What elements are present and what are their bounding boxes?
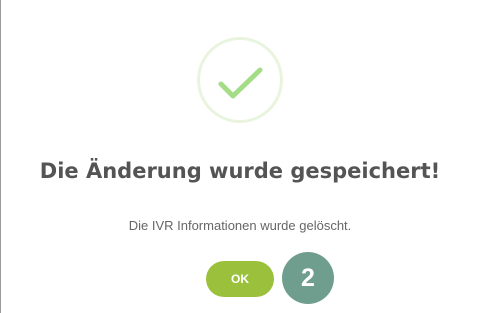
success-dialog: Die Änderung wurde gespeichert! Die IVR …: [1, 0, 479, 313]
success-icon: [197, 37, 283, 123]
step-number-badge: 2: [282, 252, 334, 304]
checkmark-icon: [218, 67, 263, 99]
ok-button[interactable]: OK: [206, 261, 274, 297]
dialog-message: Die IVR Informationen wurde gelöscht.: [128, 218, 352, 233]
dialog-title: Die Änderung wurde gespeichert!: [39, 159, 441, 183]
